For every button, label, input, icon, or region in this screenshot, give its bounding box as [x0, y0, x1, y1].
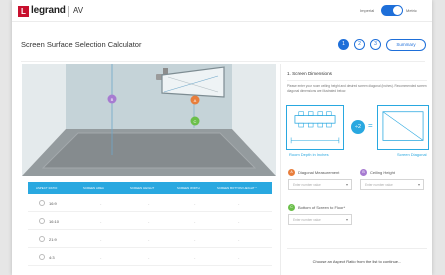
cell-height: - — [148, 255, 150, 260]
room-depth-diagram — [286, 105, 344, 150]
screen-diagonal-label: Screen Diagonal — [397, 152, 427, 157]
app-window: L legrand AV Imperial Metric Screen Surf… — [12, 0, 432, 275]
ceiling-input[interactable]: Enter number value ▾ — [360, 179, 424, 190]
col-aspect-ratio: ASPECT RATIO — [36, 186, 58, 190]
cell-bottom: - — [238, 219, 240, 224]
diagonal-input[interactable]: Enter number value ▾ — [288, 179, 352, 190]
marker-b-label: B — [111, 97, 114, 102]
title-divider — [21, 61, 425, 62]
chevron-down-icon: ▾ — [417, 182, 420, 187]
equals-sign: = — [368, 121, 373, 130]
continue-hint: Choose an Aspect Ratio from the list to … — [312, 259, 402, 264]
table-row[interactable]: 21:9 - - - - — [28, 230, 272, 248]
marker-b-icon: B — [360, 169, 367, 176]
cell-area: - — [100, 201, 102, 206]
marker-c-icon: C — [288, 204, 295, 211]
col-screen-height: SCREEN HEIGHT — [130, 186, 155, 190]
section-divider — [287, 80, 427, 81]
ratio-label: 4:3 — [49, 255, 55, 260]
ratio-radio[interactable] — [39, 200, 45, 206]
cell-bottom: - — [238, 255, 240, 260]
unit-imperial-label: Imperial — [360, 8, 375, 13]
projector-mount — [163, 68, 168, 74]
bottom-height-label: Bottom of Screen to Floor* — [298, 205, 346, 210]
ratio-radio[interactable] — [39, 218, 45, 224]
ratio-label: 21:9 — [49, 237, 57, 242]
cell-width: - — [194, 219, 196, 224]
room-depth-label: Room Depth in Inches — [289, 152, 329, 157]
screen-diagonal-diagram — [377, 105, 429, 150]
ratio-radio[interactable] — [39, 236, 45, 242]
cell-height: - — [148, 219, 150, 224]
cell-width: - — [194, 201, 196, 206]
cell-bottom: - — [238, 237, 240, 242]
brand-section: AV — [73, 6, 84, 15]
chevron-down-icon: ▾ — [345, 182, 348, 187]
cell-height: - — [148, 201, 150, 206]
footer-divider — [287, 248, 427, 249]
marker-c-label: C — [194, 119, 197, 124]
step-2[interactable]: 2 — [354, 39, 365, 50]
cell-width: - — [194, 237, 196, 242]
section-title: 1. Screen Dimensions — [287, 71, 332, 76]
cell-bottom: - — [238, 201, 240, 206]
toggle-knob — [393, 6, 402, 15]
ratio-label: 16:10 — [49, 219, 60, 224]
cell-area: - — [100, 237, 102, 242]
unit-metric-label: Metric — [406, 8, 417, 13]
step-1[interactable]: 1 — [338, 39, 349, 50]
ceiling-label: Ceiling Height — [370, 170, 395, 175]
header-bar: L legrand AV Imperial Metric — [12, 0, 432, 22]
table-header: ASPECT RATIO SCREEN AREA SCREEN HEIGHT S… — [28, 182, 272, 194]
summary-button[interactable]: Summary — [386, 39, 426, 51]
cell-width: - — [194, 255, 196, 260]
chevron-down-icon: ▾ — [345, 217, 348, 222]
unit-toggle[interactable] — [381, 5, 403, 16]
table-row[interactable]: 16:9 - - - - — [28, 194, 272, 212]
bottom-height-placeholder: Enter number value — [293, 218, 321, 222]
brand-name: legrand — [31, 5, 66, 16]
table-row[interactable]: 16:10 - - - - — [28, 212, 272, 230]
divide-by-two-badge: ÷2 — [351, 120, 365, 134]
ratio-label: 16:9 — [49, 201, 57, 206]
room-illustration: B A C — [22, 64, 276, 176]
page-title: Screen Surface Selection Calculator — [21, 40, 142, 49]
cell-area: - — [100, 255, 102, 260]
ratio-radio[interactable] — [39, 254, 45, 260]
diagonal-placeholder: Enter number value — [293, 183, 321, 187]
col-screen-bottom-height: SCREEN BOTTOM HEIGHT * — [217, 186, 257, 190]
diagonal-label: Diagonal Measurement — [298, 170, 340, 175]
bottom-height-input[interactable]: Enter number value ▾ — [288, 214, 352, 225]
step-3[interactable]: 3 — [370, 39, 381, 50]
dimensions-panel: 1. Screen Dimensions Please enter your r… — [280, 64, 432, 275]
instructions-text: Please enter your room ceiling height an… — [287, 84, 427, 93]
cell-area: - — [100, 219, 102, 224]
brand-logo: L — [18, 6, 29, 17]
marker-a-icon: A — [288, 169, 295, 176]
marker-a-label: A — [194, 98, 197, 103]
table-row[interactable]: 4:3 - - - - — [28, 248, 272, 266]
cell-height: - — [148, 237, 150, 242]
col-screen-area: SCREEN AREA — [83, 186, 104, 190]
ceiling-placeholder: Enter number value — [365, 183, 393, 187]
col-screen-width: SCREEN WIDTH — [177, 186, 200, 190]
header-divider — [68, 6, 69, 17]
